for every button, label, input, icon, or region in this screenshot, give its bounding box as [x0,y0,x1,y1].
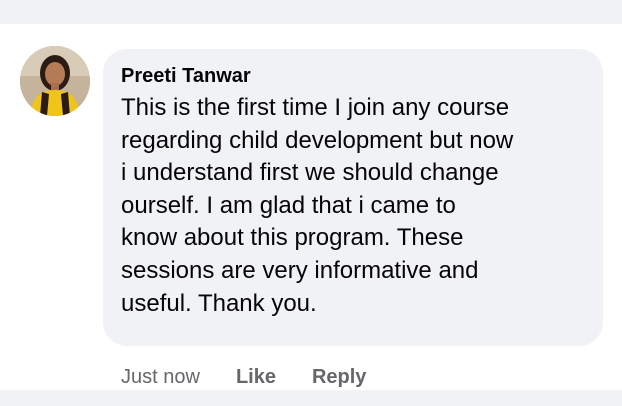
like-button[interactable]: Like [236,365,276,389]
avatar[interactable] [20,46,90,116]
comment-author-name[interactable]: Preeti Tanwar [121,64,587,88]
comment-actions: Just now Like Reply [121,365,402,389]
comment-text: This is the first time I join any course… [121,94,514,317]
previous-content-strip [0,0,622,24]
comment-bubble: Preeti Tanwar This is the first time I j… [103,49,603,346]
reply-button[interactable]: Reply [312,365,366,389]
profile-photo-icon [20,46,90,116]
comment-timestamp[interactable]: Just now [121,365,200,389]
next-content-strip [0,390,622,406]
